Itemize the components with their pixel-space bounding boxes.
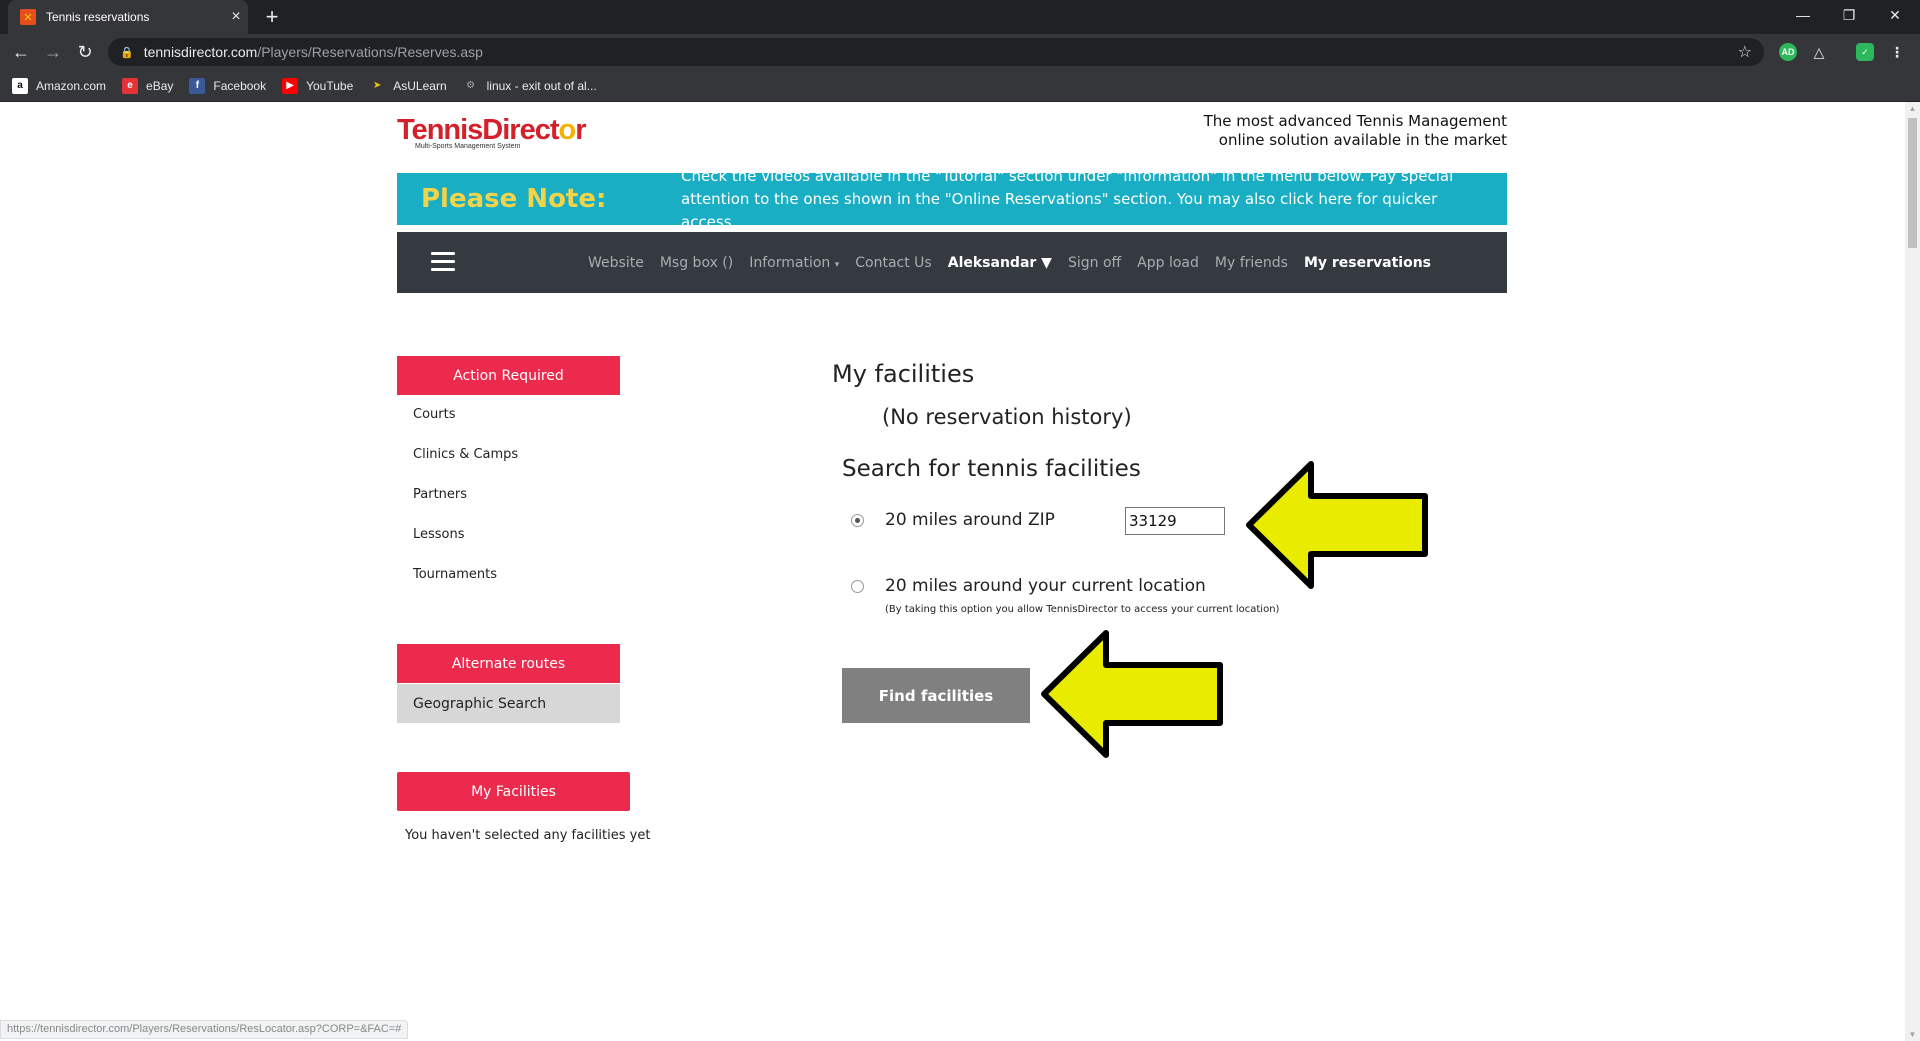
browser-menu-icon[interactable]: ⋮ xyxy=(1888,43,1906,61)
sidebar-item-geographic-search[interactable]: Geographic Search xyxy=(397,684,620,723)
option-zip-label: 20 miles around ZIP xyxy=(885,510,1055,530)
option-location-label: 20 miles around your current location xyxy=(885,576,1206,596)
alternate-routes-header: Alternate routes xyxy=(397,644,620,683)
sidebar-item-partners[interactable]: Partners xyxy=(413,487,467,502)
window-close-icon[interactable]: ✕ xyxy=(1872,0,1918,30)
status-bar-url: https://tennisdirector.com/Players/Reser… xyxy=(0,1020,409,1039)
asulearn-icon: ➤ xyxy=(373,80,382,91)
hamburger-menu-icon[interactable] xyxy=(431,252,455,272)
bookmarks-bar: a Amazon.com e eBay f Facebook ▶ YouTube ➤ As… xyxy=(0,70,1920,102)
action-required-header: Action Required xyxy=(397,356,620,395)
tennisdirector-logo[interactable]: TennisDirector Multi-Sports Management S… xyxy=(397,114,587,150)
browser-tab[interactable]: ✕ Tennis reservations × xyxy=(8,0,248,34)
extension-shield-icon[interactable]: ✓ xyxy=(1856,43,1874,61)
tagline: The most advanced Tennis Management onli… xyxy=(1203,112,1507,149)
notice-here-link[interactable]: here xyxy=(1318,190,1352,208)
nav-user-menu[interactable]: Aleksandar ▼ xyxy=(948,255,1052,271)
no-facilities-text: You haven't selected any facilities yet xyxy=(405,828,651,843)
sidebar-item-lessons[interactable]: Lessons xyxy=(413,527,465,542)
minimize-icon[interactable]: — xyxy=(1780,0,1826,30)
browser-toolbar: ← → ↻ 🔒 tennisdirector.com /Players/Rese… xyxy=(0,34,1920,70)
nav-signoff[interactable]: Sign off xyxy=(1068,255,1121,271)
bookmark-amazon[interactable]: a Amazon.com xyxy=(12,77,106,94)
url-path: /Players/Reservations/Reserves.asp xyxy=(257,44,483,60)
extension-ad-icon[interactable]: AD xyxy=(1779,43,1797,61)
youtube-icon: ▶ xyxy=(282,77,299,94)
find-facilities-button[interactable]: Find facilities xyxy=(842,668,1030,723)
tennis-favicon-icon: ✕ xyxy=(20,9,36,25)
notice-label: Please Note: xyxy=(421,184,607,214)
sidebar-item-courts[interactable]: Courts xyxy=(413,407,456,422)
url-host: tennisdirector.com xyxy=(143,44,258,60)
triangle-down-icon: ▼ xyxy=(1041,254,1052,271)
scrollbar-thumb[interactable] xyxy=(1908,118,1917,248)
zip-input[interactable] xyxy=(1125,507,1225,535)
main-navbar: Website Msg box () Information ▾ Contact… xyxy=(397,232,1507,293)
scroll-up-icon[interactable]: ▲ xyxy=(1908,104,1917,113)
nav-website[interactable]: Website xyxy=(588,255,644,271)
amazon-icon: a xyxy=(12,77,28,94)
nav-friends[interactable]: My friends xyxy=(1215,255,1288,271)
sidebar-item-tournaments[interactable]: Tournaments xyxy=(413,567,497,582)
bookmark-facebook[interactable]: f Facebook xyxy=(189,77,266,94)
page-scrollbar[interactable]: ▲ ▼ xyxy=(1905,102,1920,1041)
find-button-pointer-arrow xyxy=(1041,630,1223,758)
forward-icon[interactable]: → xyxy=(40,39,66,65)
nav-msgbox[interactable]: Msg box () xyxy=(660,255,733,271)
my-facilities-header: My Facilities xyxy=(397,772,630,811)
back-icon[interactable]: ← xyxy=(8,39,34,65)
browser-tab-bar: ✕ Tennis reservations × + — ❐ ✕ xyxy=(0,0,1920,34)
lock-icon: 🔒 xyxy=(120,46,134,59)
nav-information[interactable]: Information ▾ xyxy=(749,255,839,271)
reload-icon[interactable]: ↻ xyxy=(72,39,98,65)
tab-close-icon[interactable]: × xyxy=(224,8,248,26)
bookmark-asulearn[interactable]: ➤ AsULearn xyxy=(369,78,447,94)
page-content: TennisDirector Multi-Sports Management S… xyxy=(0,102,1905,1041)
notice-banner: Please Note: Check the videos available … xyxy=(397,167,1507,231)
bookmark-star-icon[interactable]: ☆ xyxy=(1738,42,1752,62)
nav-links: Website Msg box () Information ▾ Contact… xyxy=(572,232,1431,293)
nav-reservations[interactable]: My reservations xyxy=(1304,255,1431,271)
no-reservation-history: (No reservation history) xyxy=(882,405,1132,429)
search-title: Search for tennis facilities xyxy=(842,456,1141,482)
nav-appload[interactable]: App load xyxy=(1137,255,1199,271)
new-tab-button[interactable]: + xyxy=(258,4,286,30)
notice-message: Check the videos available in the "Tutor… xyxy=(681,166,1454,231)
bookmark-ebay[interactable]: e eBay xyxy=(122,77,173,94)
extension-drive-icon[interactable]: △ xyxy=(1810,43,1828,61)
radio-zip[interactable] xyxy=(851,514,864,527)
ebay-icon: e xyxy=(122,77,139,94)
scroll-down-icon[interactable]: ▼ xyxy=(1908,1030,1917,1039)
address-bar[interactable]: 🔒 tennisdirector.com /Players/Reservatio… xyxy=(108,38,1764,66)
restore-icon[interactable]: ❐ xyxy=(1826,0,1872,30)
my-facilities-title: My facilities xyxy=(832,360,975,388)
bookmark-linux[interactable]: ⚙ linux - exit out of al... xyxy=(463,78,597,94)
nav-contact[interactable]: Contact Us xyxy=(855,255,931,271)
facebook-icon: f xyxy=(189,77,206,94)
radio-current-location[interactable] xyxy=(851,580,864,593)
option-location-note: (By taking this option you allow TennisD… xyxy=(885,604,1280,615)
zip-pointer-arrow xyxy=(1246,461,1428,589)
bookmark-youtube[interactable]: ▶ YouTube xyxy=(282,77,353,94)
linux-icon: ⚙ xyxy=(466,80,476,91)
caret-down-icon: ▾ xyxy=(834,259,840,270)
sidebar-item-clinics[interactable]: Clinics & Camps xyxy=(413,447,518,462)
tab-title: Tennis reservations xyxy=(46,10,150,24)
